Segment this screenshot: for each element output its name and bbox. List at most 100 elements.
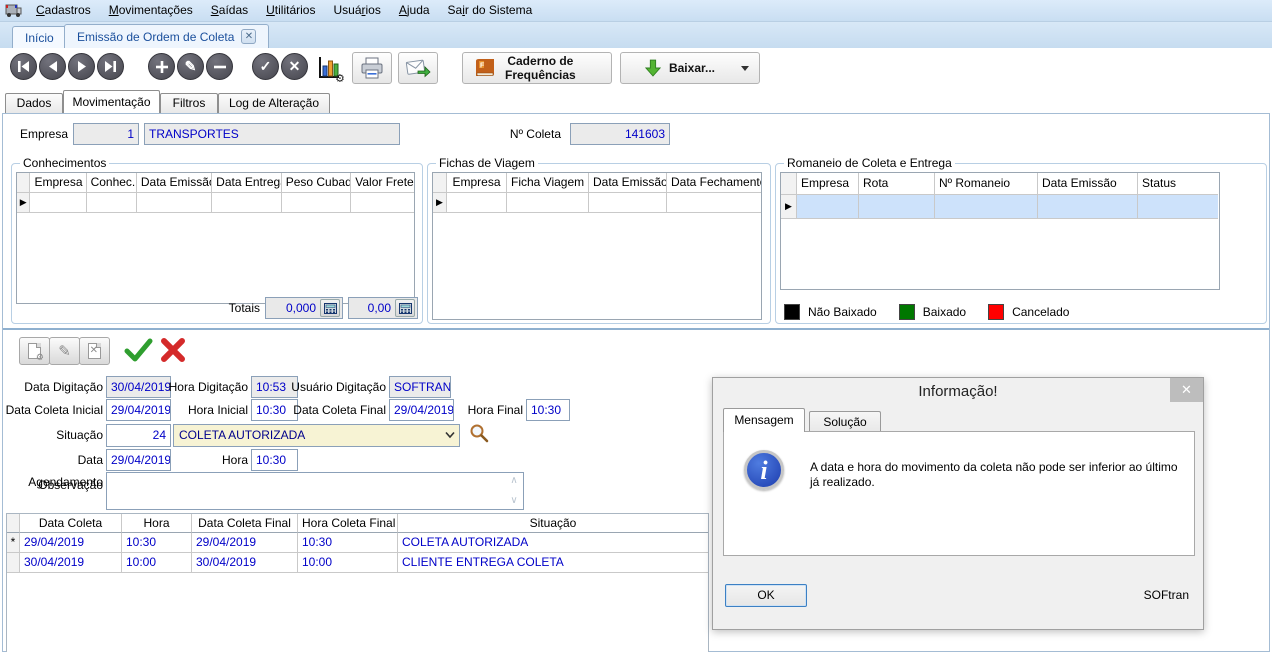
- col-header: Ficha Viagem: [507, 173, 589, 193]
- mov-edit-button[interactable]: ✎: [49, 337, 80, 365]
- tab-dados[interactable]: Dados: [5, 93, 63, 113]
- close-icon: ✕: [1181, 382, 1192, 397]
- legend-cancelado-swatch: [988, 304, 1005, 320]
- check-icon: ✓: [259, 58, 272, 74]
- cell: 10:30: [122, 533, 192, 553]
- menu-cadastros[interactable]: Cadastros: [27, 0, 100, 21]
- red-x-icon: [161, 338, 185, 362]
- status-legend: Não Baixado Baixado Cancelado: [784, 304, 1069, 320]
- col-header: Conhec.: [86, 173, 137, 193]
- record-add-button[interactable]: [148, 53, 175, 80]
- tab-emissao-ordem-coleta[interactable]: Emissão de Ordem de Coleta ✕: [64, 24, 270, 48]
- menu-movimentacoes[interactable]: Movimentações: [100, 0, 202, 21]
- calculator-icon[interactable]: [395, 299, 415, 317]
- col-header: Empresa: [30, 173, 87, 193]
- menu-utilitarios[interactable]: Utilitários: [257, 0, 324, 21]
- cell: 10:30: [298, 533, 398, 553]
- dialog-ok-button[interactable]: OK: [725, 584, 807, 607]
- cell: CLIENTE ENTREGA COLETA: [398, 553, 708, 573]
- situacao-search-button[interactable]: [469, 423, 489, 443]
- table-row[interactable]: ▶: [781, 195, 1219, 219]
- col-header: Data Emissão: [1038, 173, 1138, 195]
- nav-first-button[interactable]: [10, 53, 37, 80]
- table-row[interactable]: ▶: [433, 193, 761, 213]
- table-row[interactable]: ▶: [17, 193, 414, 213]
- nav-last-button[interactable]: [97, 53, 124, 80]
- situacao-code-field[interactable]: 24: [106, 424, 171, 447]
- situacao-combo[interactable]: COLETA AUTORIZADA: [173, 424, 460, 447]
- table-row[interactable]: 30/04/2019 10:00 30/04/2019 10:00 CLIENT…: [7, 553, 708, 573]
- tab-log-alteracao[interactable]: Log de Alteração: [218, 93, 330, 113]
- conhecimentos-title: Conhecimentos: [23, 156, 107, 170]
- chevron-down-icon[interactable]: [445, 431, 455, 439]
- col-header: Rota: [859, 173, 935, 195]
- total-peso-field: 0,000: [265, 297, 343, 319]
- mov-delete-button[interactable]: ✕: [79, 337, 110, 365]
- chart-gear-icon[interactable]: ⚙: [316, 54, 344, 82]
- conhecimentos-group: Conhecimentos Empresa Conhec. Data Emiss…: [11, 156, 423, 324]
- tab-filtros[interactable]: Filtros: [160, 93, 218, 113]
- caderno-label-line1: Caderno de: [507, 54, 574, 68]
- baixar-dropdown-icon[interactable]: [741, 65, 749, 71]
- menu-usuarios[interactable]: Usuários: [324, 0, 389, 21]
- observacao-textarea[interactable]: ∧ ∨: [106, 472, 524, 510]
- row-state-marker: [7, 553, 20, 573]
- col-header: Data Entrega: [212, 173, 282, 193]
- hora-agendamento-field[interactable]: 10:30: [251, 449, 298, 471]
- row-marker-icon: ▶: [17, 193, 31, 213]
- hora-final-field[interactable]: 10:30: [526, 399, 570, 421]
- print-button[interactable]: [352, 52, 392, 84]
- section-divider: [3, 328, 1269, 330]
- legend-baixado-swatch: [898, 304, 915, 320]
- tab-movimentacao[interactable]: Movimentação: [63, 90, 160, 113]
- mov-add-button[interactable]: ⚙: [19, 337, 50, 365]
- record-confirm-button[interactable]: ✓: [252, 53, 279, 80]
- fichas-title: Fichas de Viagem: [439, 156, 535, 170]
- caderno-frequencias-button[interactable]: F Caderno de Frequências: [462, 52, 612, 84]
- scroll-down-icon[interactable]: ∨: [507, 494, 521, 508]
- empresa-label: Empresa: [19, 127, 68, 141]
- dialog-close-button[interactable]: ✕: [1170, 378, 1203, 402]
- main-toolbar: ✎ ✓ ✕ ⚙ F Caderno de Frequências Baixar.…: [0, 48, 1272, 90]
- mov-confirm-button[interactable]: [123, 336, 155, 366]
- delete-page-icon: ✕: [88, 343, 101, 359]
- send-button[interactable]: [398, 52, 438, 84]
- observacao-label: Observação: [38, 478, 103, 492]
- scroll-up-icon[interactable]: ∧: [507, 474, 521, 488]
- col-header: Hora Coleta Final: [298, 514, 398, 533]
- empresa-code-field: 1: [73, 123, 139, 145]
- baixar-button[interactable]: Baixar...: [620, 52, 760, 84]
- page-tab-strip: Início Emissão de Ordem de Coleta ✕: [0, 22, 1272, 48]
- menu-sair[interactable]: Sair do Sistema: [439, 0, 542, 21]
- app-truck-icon: [5, 3, 23, 18]
- hora-inicial-label: Hora Inicial: [187, 403, 248, 417]
- sub-tab-strip: Dados Movimentação Filtros Log de Altera…: [0, 90, 1272, 113]
- cell: 10:00: [122, 553, 192, 573]
- row-marker-icon: ▶: [781, 195, 797, 219]
- book-icon: F: [476, 59, 494, 76]
- ncoleta-field: 141603: [570, 123, 670, 145]
- dialog-tab-solucao[interactable]: Solução: [809, 411, 881, 432]
- col-header: Situação: [398, 514, 708, 533]
- menu-saidas[interactable]: Saídas: [202, 0, 257, 21]
- dialog-message: A data e hora do movimento da coleta não…: [810, 460, 1178, 489]
- situacao-label: Situação: [56, 428, 103, 442]
- menu-ajuda[interactable]: Ajuda: [390, 0, 439, 21]
- table-row[interactable]: * 29/04/2019 10:30 29/04/2019 10:30 COLE…: [7, 533, 708, 553]
- record-delete-button[interactable]: [206, 53, 233, 80]
- calculator-icon[interactable]: [320, 299, 340, 317]
- cell: 30/04/2019: [192, 553, 298, 573]
- mov-cancel-button[interactable]: [159, 336, 191, 366]
- nav-next-button[interactable]: [68, 53, 95, 80]
- record-cancel-button[interactable]: ✕: [281, 53, 308, 80]
- record-edit-button[interactable]: ✎: [177, 53, 204, 80]
- nav-prev-button[interactable]: [39, 53, 66, 80]
- tab-inicio[interactable]: Início: [12, 26, 67, 48]
- hora-agendamento-label: Hora: [221, 453, 248, 467]
- dialog-tab-mensagem[interactable]: Mensagem: [723, 408, 805, 432]
- data-coleta-inicial-label: Data Coleta Inicial: [5, 403, 103, 417]
- cell: 30/04/2019: [20, 553, 122, 573]
- tab-close-icon[interactable]: ✕: [241, 29, 257, 44]
- col-header: Peso Cubado: [281, 173, 352, 193]
- printer-icon: [361, 57, 383, 79]
